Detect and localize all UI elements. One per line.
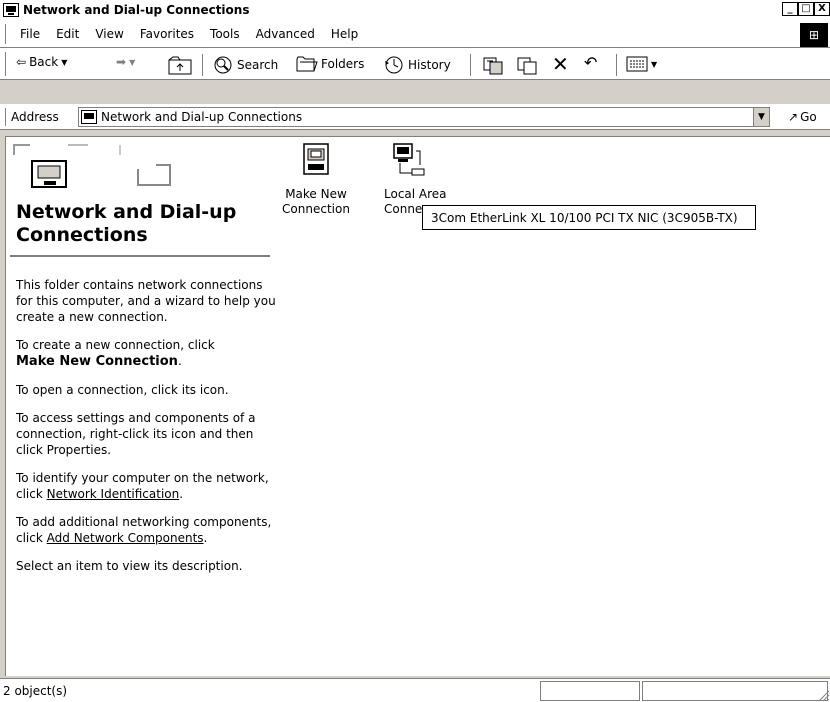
info-open: To open a connection, click its icon.	[16, 383, 229, 397]
search-label: Search	[237, 58, 279, 72]
content-area: Network and Dial-up Connections This fol…	[5, 136, 830, 676]
info-create: To create a new connection, click Make N…	[16, 337, 276, 370]
history-button[interactable]: History	[383, 55, 451, 75]
maximize-button[interactable]: □	[798, 2, 814, 16]
info-select: Select an item to view its description.	[16, 559, 243, 573]
menu-edit[interactable]: Edit	[48, 27, 87, 41]
resize-grip-icon[interactable]	[816, 688, 830, 702]
window-title: Network and Dial-up Connections	[23, 3, 250, 17]
toolbar-separator	[616, 54, 618, 76]
undo-icon[interactable]: ↶	[584, 53, 597, 72]
info-intro: This folder contains network connections…	[16, 278, 276, 324]
info-create-bold: Make New Connection	[16, 354, 178, 369]
up-folder-icon	[168, 56, 192, 75]
menu-view[interactable]: View	[87, 27, 131, 41]
menu-advanced[interactable]: Advanced	[248, 27, 323, 41]
local-area-connection-icon	[393, 143, 425, 176]
go-arrow-icon: ↗	[788, 110, 799, 124]
up-folder-button[interactable]	[168, 55, 192, 75]
address-input[interactable]: Network and Dial-up Connections ▼	[78, 107, 770, 127]
menu-file[interactable]: File	[12, 27, 48, 41]
back-dropdown-icon: ▼	[61, 57, 68, 67]
move-to-button[interactable]	[482, 55, 504, 75]
move-to-icon	[483, 57, 503, 75]
menubar-grip[interactable]	[3, 24, 6, 44]
menu-tools[interactable]: Tools	[202, 27, 248, 41]
explorer-window: Network and Dial-up Connections _ □ X Fi…	[0, 0, 830, 702]
network-identification-link[interactable]: Network Identification	[47, 487, 180, 501]
make-new-connection-label-2: Connection	[282, 202, 350, 216]
local-area-connection-label-1: Local Area	[384, 187, 447, 201]
info-identify-suffix: .	[179, 487, 184, 501]
address-bar: Address Network and Dial-up Connections …	[0, 104, 830, 130]
toolbar-grip[interactable]	[3, 52, 6, 76]
menu-favorites[interactable]: Favorites	[132, 27, 202, 41]
delete-icon[interactable]: ✕	[552, 52, 569, 76]
views-button[interactable]: ▼	[626, 55, 657, 73]
status-text: 2 object(s)	[3, 684, 68, 698]
pane-description: This folder contains network connections…	[16, 277, 276, 586]
history-icon	[385, 56, 403, 74]
adapter-tooltip: 3Com EtherLink XL 10/100 PCI TX NIC (3C9…	[422, 205, 756, 230]
window-controls: _ □ X	[782, 2, 830, 16]
network-folder-icon	[81, 110, 97, 124]
info-add-suffix: .	[203, 531, 208, 545]
address-grip[interactable]	[3, 108, 6, 126]
forward-dropdown-icon: ▼	[129, 57, 136, 67]
go-label: Go	[800, 110, 817, 124]
folders-label: Folders	[321, 57, 365, 71]
toolbar-separator	[470, 54, 472, 76]
pane-title: Network and Dial-up Connections	[16, 201, 237, 246]
status-pane-3	[642, 681, 828, 701]
menu-bar: File Edit View Favorites Tools Advanced …	[0, 20, 830, 48]
forward-arrow-icon: ➡	[116, 55, 127, 69]
back-arrow-icon: ⇦	[16, 55, 27, 69]
status-bar: 2 object(s)	[0, 678, 830, 702]
info-add: To add additional networking components,…	[16, 514, 276, 546]
history-label: History	[408, 58, 451, 72]
toolbar: ⇦ Back ▼ ➡ ▼ Search Folders History ✕ ↶ …	[0, 48, 830, 80]
close-button[interactable]: X	[814, 2, 830, 16]
info-identify: To identify your computer on the network…	[16, 470, 276, 502]
network-folder-icon	[3, 3, 19, 17]
menu-items: File Edit View Favorites Tools Advanced …	[12, 27, 366, 41]
network-connections-icon	[13, 144, 171, 188]
address-value: Network and Dial-up Connections	[101, 110, 303, 124]
info-create-suffix: .	[177, 354, 182, 368]
info-settings: To access settings and components of a c…	[16, 411, 256, 457]
views-dropdown-icon: ▼	[651, 59, 658, 69]
folders-icon	[296, 56, 318, 72]
go-button[interactable]: ↗ Go	[788, 110, 817, 124]
make-new-connection-label-1: Make New	[285, 187, 347, 201]
copy-to-icon	[517, 57, 537, 75]
status-pane-2	[540, 681, 640, 701]
search-icon	[214, 56, 232, 74]
search-button[interactable]: Search	[212, 55, 278, 75]
minimize-button[interactable]: _	[782, 2, 798, 16]
info-create-text: To create a new connection, click	[16, 338, 215, 352]
forward-button[interactable]: ➡ ▼	[116, 55, 135, 69]
copy-to-button[interactable]	[516, 55, 538, 75]
toolbar-separator	[202, 54, 204, 76]
back-label: Back	[29, 55, 59, 69]
folders-button[interactable]: Folders	[296, 55, 364, 73]
windows-logo-icon: ⊞	[800, 23, 828, 47]
title-bar[interactable]: Network and Dial-up Connections _ □ X	[0, 0, 830, 20]
menu-help[interactable]: Help	[323, 27, 366, 41]
address-dropdown-button[interactable]: ▼	[753, 108, 769, 126]
make-new-connection-icon	[303, 143, 329, 175]
add-network-components-link[interactable]: Add Network Components	[47, 531, 204, 545]
back-button[interactable]: ⇦ Back ▼	[16, 55, 67, 69]
address-label: Address	[11, 110, 59, 124]
views-icon	[626, 56, 648, 72]
pane-divider	[10, 255, 270, 257]
make-new-connection-item[interactable]: Make New Connection	[276, 143, 356, 217]
